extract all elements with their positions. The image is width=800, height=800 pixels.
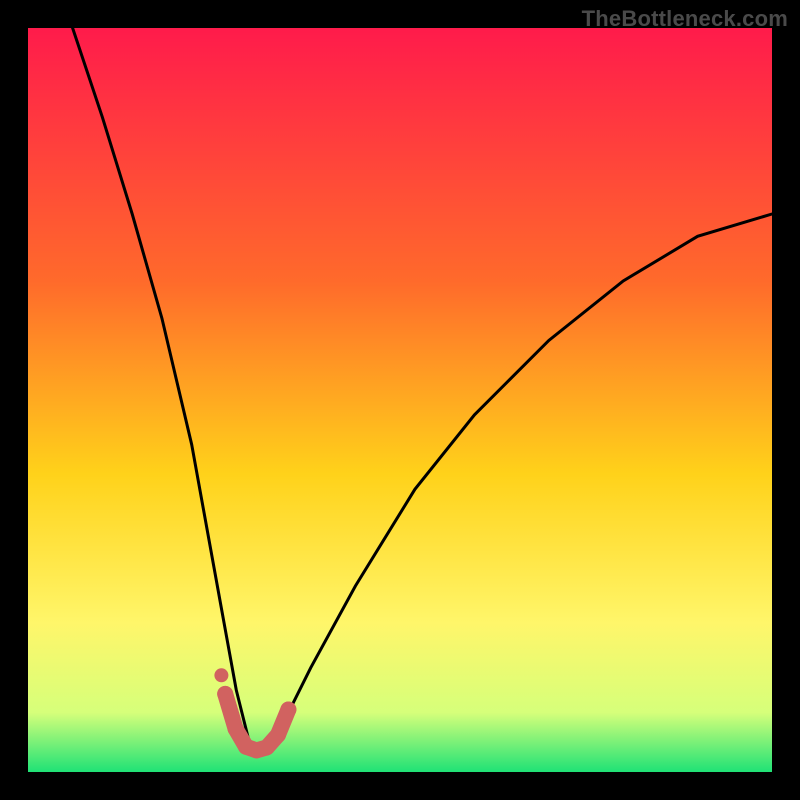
highlight-dot: [217, 686, 233, 702]
plot-background: [28, 28, 772, 772]
highlight-dot: [259, 739, 275, 755]
highlight-outlier-dot: [214, 668, 228, 682]
highlight-dot: [270, 727, 286, 743]
bottleneck-chart: [0, 0, 800, 800]
highlight-dot: [228, 721, 244, 737]
chart-frame: TheBottleneck.com: [0, 0, 800, 800]
watermark-text: TheBottleneck.com: [582, 6, 788, 32]
highlight-dot: [280, 702, 296, 718]
